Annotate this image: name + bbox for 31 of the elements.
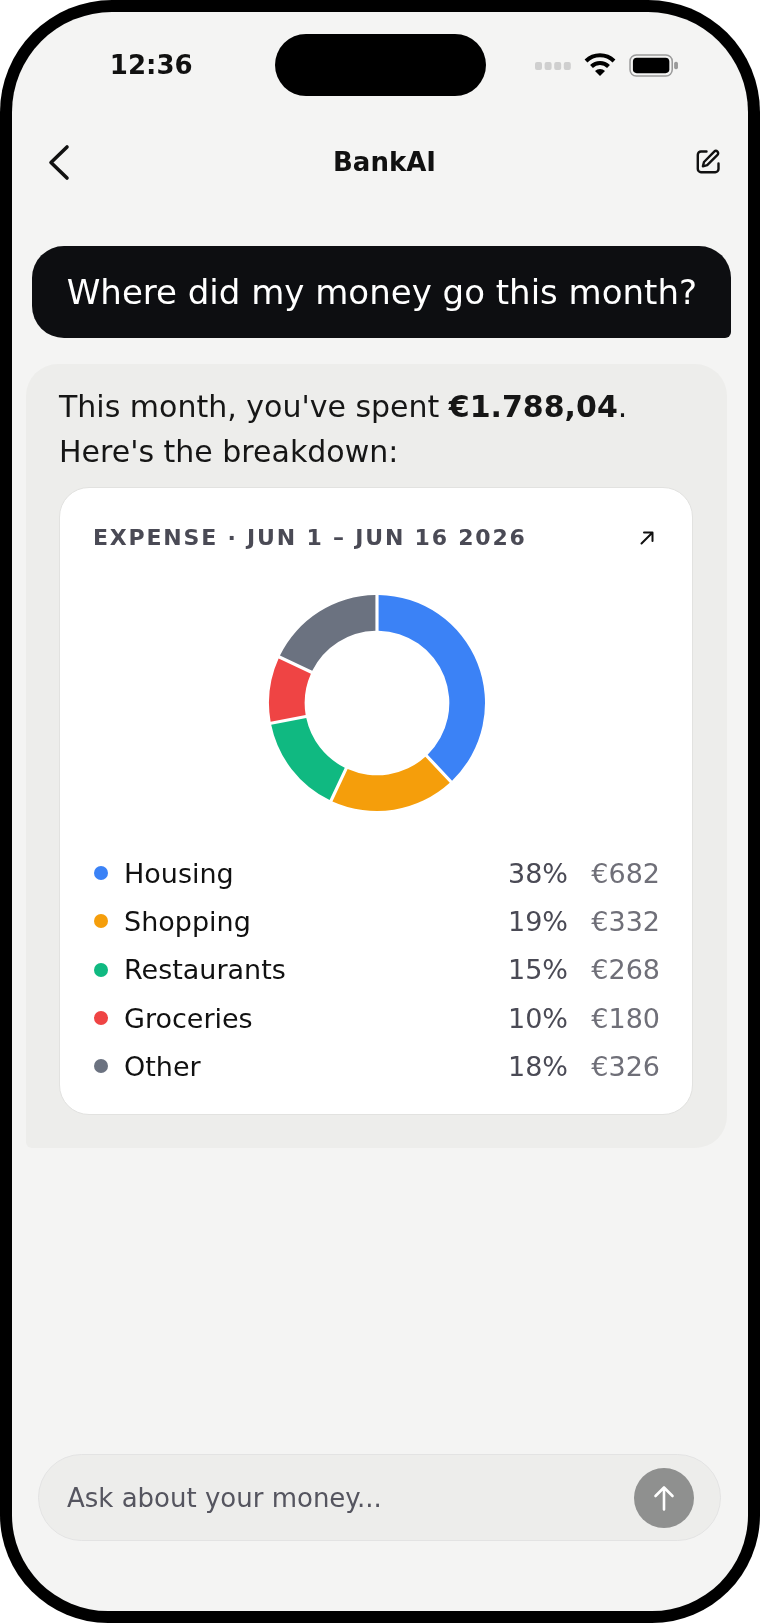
- category-amount: €332: [590, 905, 660, 937]
- category-percent: 19%: [508, 905, 568, 937]
- category-amount: €180: [590, 1002, 660, 1034]
- compose-button[interactable]: [694, 148, 722, 176]
- category-label: Shopping: [124, 905, 252, 937]
- category-label: Restaurants: [124, 954, 287, 986]
- card-title: EXPENSE · JUN 1 – JUN 16 2026: [93, 525, 527, 550]
- screen-title: BankAI: [333, 147, 436, 177]
- message-input[interactable]: Ask about your money...: [38, 1454, 721, 1541]
- status-time: 12:36: [109, 50, 193, 80]
- assistant-message-text: This month, you've spent €1.788,04. Here's the breakdown:: [59, 388, 629, 471]
- cellular-signal-icon: [534, 62, 571, 70]
- edit-icon: [694, 148, 722, 176]
- category-label: Housing: [124, 857, 235, 889]
- category-percent: 15%: [508, 954, 568, 986]
- category-label: Groceries: [124, 1002, 254, 1034]
- category-amount: €326: [590, 1050, 660, 1082]
- user-message-bubble: Where did my money go this month?: [31, 246, 731, 338]
- arrow-up-right-icon: [639, 529, 655, 546]
- category-label: Other: [124, 1050, 202, 1082]
- expand-button[interactable]: [639, 529, 655, 546]
- category-percent: 10%: [508, 1002, 568, 1034]
- category-amount: €682: [590, 857, 660, 889]
- wifi-icon: [582, 53, 617, 77]
- battery-icon: [628, 53, 679, 77]
- chevron-left-icon: [47, 143, 71, 181]
- category-percent: 18%: [508, 1050, 568, 1082]
- back-button[interactable]: [47, 143, 71, 181]
- category-amount: €268: [590, 954, 660, 986]
- category-percent: 38%: [508, 857, 568, 889]
- arrow-up-icon: [653, 1484, 675, 1511]
